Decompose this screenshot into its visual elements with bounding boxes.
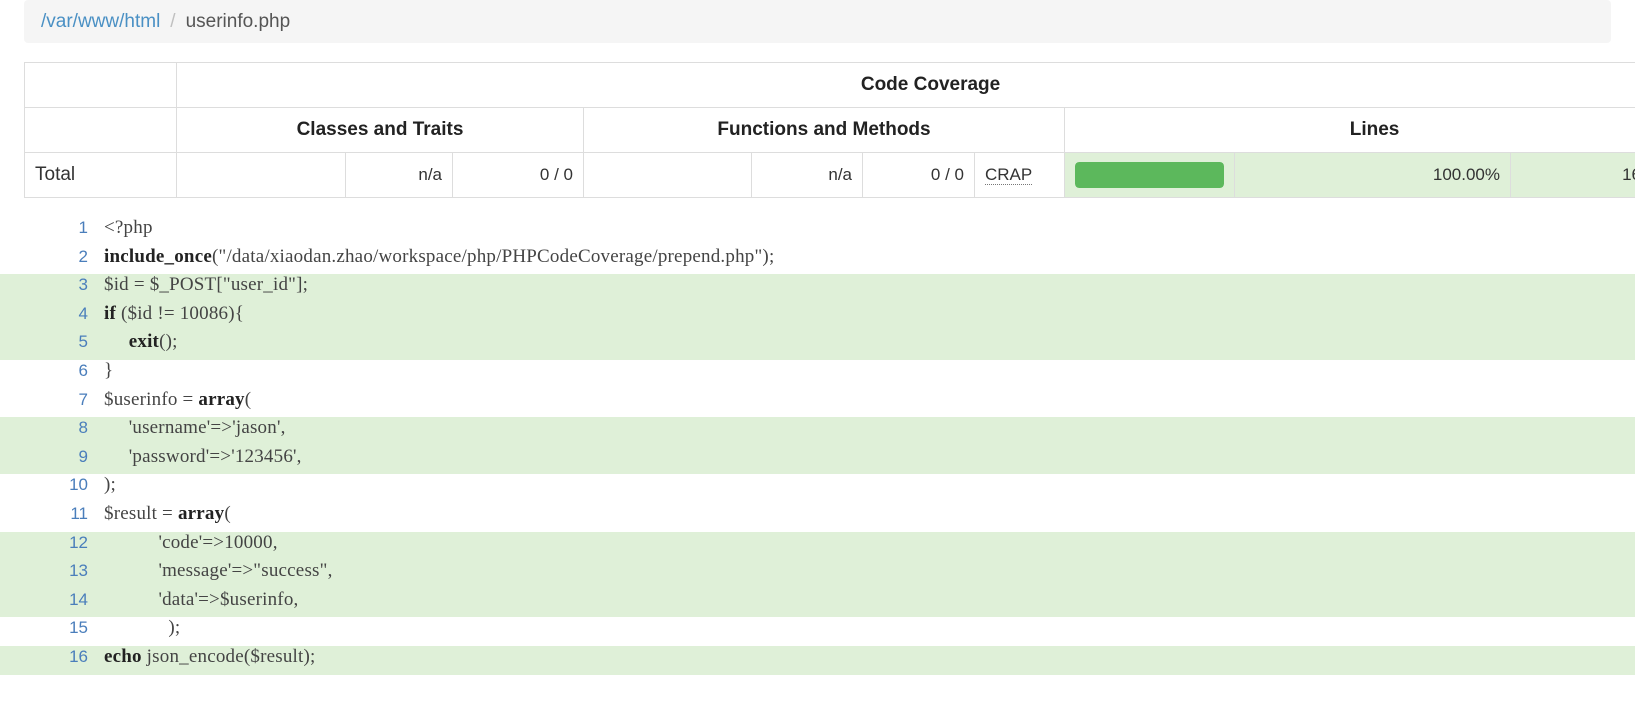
coverage-table-container: Code Coverage Classes and Traits Functio… xyxy=(24,62,1635,198)
code-keyword: include_once xyxy=(104,246,212,267)
code-line-number: 5 xyxy=(0,332,88,352)
code-line-text: } xyxy=(88,360,113,382)
coverage-group-header-row: Code Coverage xyxy=(25,63,1635,108)
code-line: 15 ); xyxy=(0,617,1635,646)
functions-bar-cell xyxy=(584,153,752,198)
lines-ratio: 16 / 16 xyxy=(1511,153,1635,198)
code-line-number: 9 xyxy=(0,447,88,467)
code-line-text: include_once("/data/xiaodan.zhao/workspa… xyxy=(88,246,774,268)
code-line-number: 8 xyxy=(0,418,88,438)
code-line-text: 'data'=>$userinfo, xyxy=(88,589,298,611)
breadcrumb-link-root[interactable]: /var/www/html xyxy=(41,11,160,33)
header-lines: Lines xyxy=(1065,108,1635,153)
code-line: 1<?php xyxy=(0,217,1635,246)
code-line: 3$id = $_POST["user_id"]; xyxy=(0,274,1635,303)
lines-progress-cell xyxy=(1065,153,1235,198)
code-line: 16echo json_encode($result); xyxy=(0,646,1635,675)
crap-cell: CRAP xyxy=(975,153,1065,198)
code-line-text: ); xyxy=(88,617,180,639)
code-line: 8 'username'=>'jason', xyxy=(0,417,1635,446)
code-line-text: $userinfo = array( xyxy=(88,389,251,411)
code-line-number: 13 xyxy=(0,561,88,581)
code-line-text: 'username'=>'jason', xyxy=(88,417,286,439)
code-line: 9 'password'=>'123456', xyxy=(0,446,1635,475)
code-line: 14 'data'=>$userinfo, xyxy=(0,589,1635,618)
lines-percent: 100.00% xyxy=(1235,153,1511,198)
code-line-number: 12 xyxy=(0,533,88,553)
code-line-number: 1 xyxy=(0,218,88,238)
code-line: 7$userinfo = array( xyxy=(0,389,1635,418)
row-label-total: Total xyxy=(25,153,177,198)
code-line-text: $result = array( xyxy=(88,503,231,525)
code-line-number: 2 xyxy=(0,247,88,267)
code-line: 6} xyxy=(0,360,1635,389)
code-line: 12 'code'=>10000, xyxy=(0,532,1635,561)
breadcrumb: /var/www/html / userinfo.php xyxy=(24,0,1611,43)
code-line-text: 'message'=>"success", xyxy=(88,560,333,582)
code-line-text: echo json_encode($result); xyxy=(88,646,316,668)
code-line: 10); xyxy=(0,474,1635,503)
code-line-number: 6 xyxy=(0,361,88,381)
classes-ratio: 0 / 0 xyxy=(453,153,584,198)
functions-ratio: 0 / 0 xyxy=(863,153,975,198)
code-line: 4if ($id != 10086){ xyxy=(0,303,1635,332)
code-line-text: <?php xyxy=(88,217,153,239)
code-keyword: array xyxy=(178,503,224,524)
code-line-number: 14 xyxy=(0,590,88,610)
header-functions-and-methods: Functions and Methods xyxy=(584,108,1065,153)
coverage-subheader-row: Classes and Traits Functions and Methods… xyxy=(25,108,1635,153)
header-spacer-cell xyxy=(25,63,177,108)
header-classes-and-traits: Classes and Traits xyxy=(177,108,584,153)
table-row-total: Total n/a 0 / 0 n/a 0 / 0 CRAP 100.00% 1… xyxy=(25,153,1635,198)
header-spacer-cell-2 xyxy=(25,108,177,153)
code-line-text: 'password'=>'123456', xyxy=(88,446,302,468)
code-line-text: $id = $_POST["user_id"]; xyxy=(88,274,308,296)
coverage-summary-table: Code Coverage Classes and Traits Functio… xyxy=(24,62,1635,198)
functions-percent: n/a xyxy=(752,153,863,198)
code-line-number: 3 xyxy=(0,275,88,295)
code-line-number: 10 xyxy=(0,475,88,495)
source-code-listing: 1<?php2include_once("/data/xiaodan.zhao/… xyxy=(0,217,1635,675)
code-line-text: if ($id != 10086){ xyxy=(88,303,244,325)
code-line-number: 16 xyxy=(0,647,88,667)
lines-progress-bar xyxy=(1075,162,1224,188)
code-keyword: if xyxy=(104,303,116,324)
lines-progress-track xyxy=(1075,162,1224,188)
header-code-coverage: Code Coverage xyxy=(177,63,1635,108)
breadcrumb-separator: / xyxy=(170,11,175,33)
code-keyword: echo xyxy=(104,646,142,667)
code-keyword: exit xyxy=(129,331,159,352)
code-keyword: array xyxy=(198,389,244,410)
code-line: 13 'message'=>"success", xyxy=(0,560,1635,589)
code-line: 11$result = array( xyxy=(0,503,1635,532)
code-line: 2include_once("/data/xiaodan.zhao/worksp… xyxy=(0,246,1635,275)
code-line: 5 exit(); xyxy=(0,331,1635,360)
code-line-number: 11 xyxy=(0,504,88,524)
classes-percent: n/a xyxy=(346,153,453,198)
crap-abbreviation[interactable]: CRAP xyxy=(985,165,1032,185)
classes-bar-cell xyxy=(177,153,346,198)
code-line-number: 15 xyxy=(0,618,88,638)
code-line-text: 'code'=>10000, xyxy=(88,532,278,554)
code-line-text: ); xyxy=(88,474,116,496)
breadcrumb-current-file: userinfo.php xyxy=(186,11,291,33)
code-line-number: 7 xyxy=(0,390,88,410)
code-line-text: exit(); xyxy=(88,331,178,353)
code-line-number: 4 xyxy=(0,304,88,324)
